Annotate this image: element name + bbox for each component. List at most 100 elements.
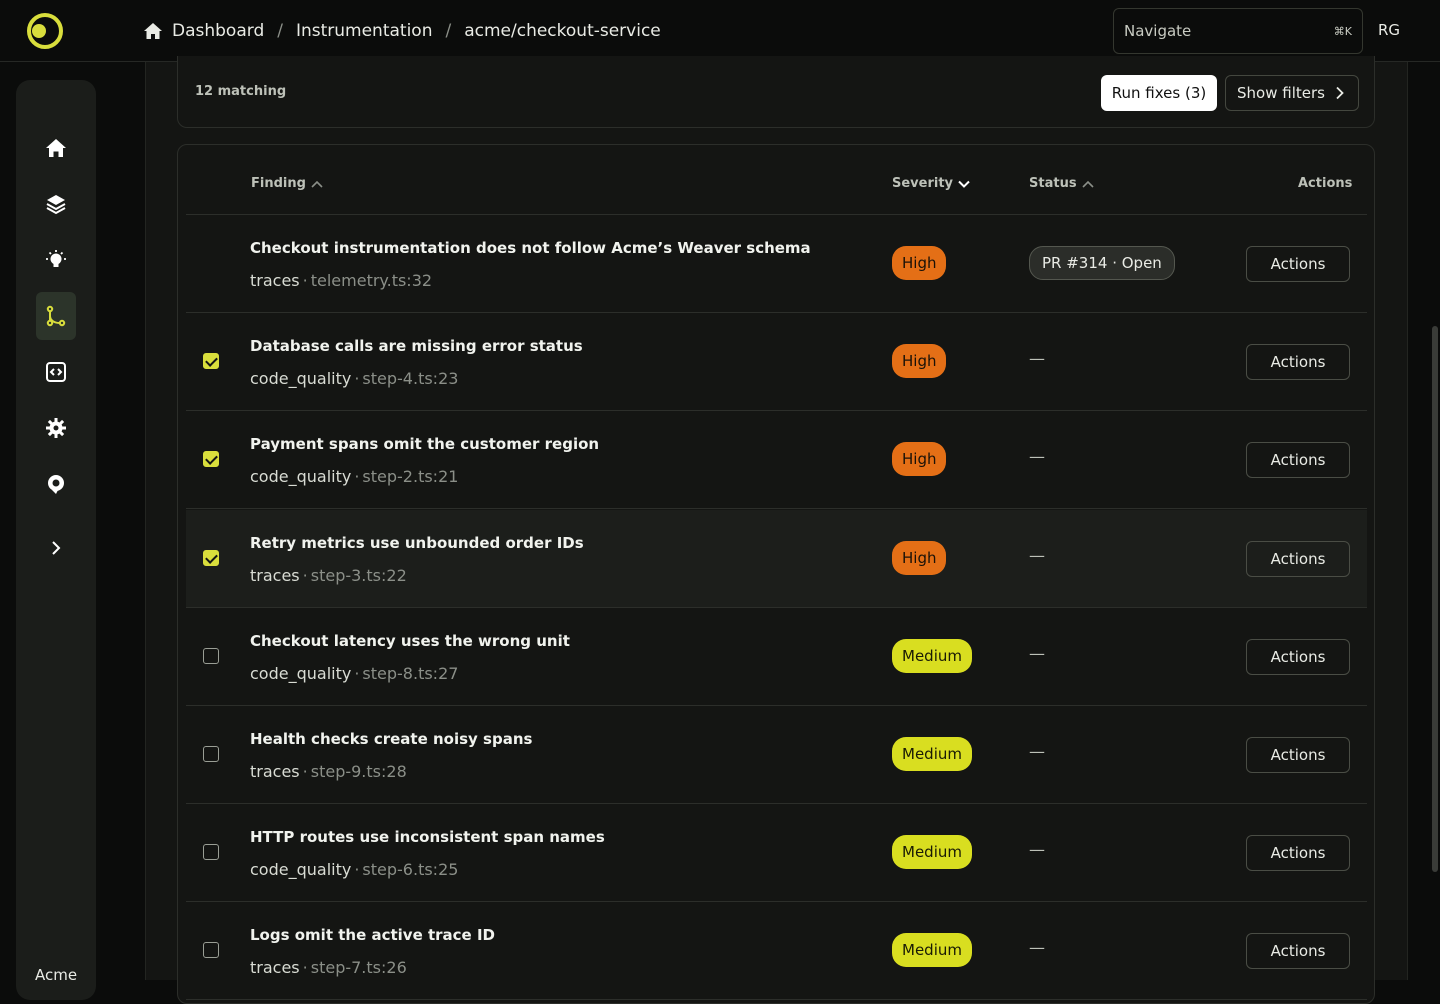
- sidebar-item-support[interactable]: [36, 460, 76, 508]
- breadcrumb-repository: acme/checkout-service: [464, 21, 661, 41]
- finding-title[interactable]: Logs omit the active trace ID: [250, 926, 495, 944]
- chevron-down-icon: [958, 180, 970, 188]
- navigate-label: Navigate: [1124, 22, 1192, 40]
- finding-category: code_quality: [250, 369, 352, 389]
- column-actions: Actions: [1298, 176, 1352, 191]
- severity-badge: High: [892, 246, 947, 280]
- severity-badge: High: [892, 540, 947, 575]
- status-empty: —: [1029, 938, 1045, 958]
- table-row[interactable]: Checkout latency uses the wrong unit code…: [186, 608, 1367, 706]
- finding-title[interactable]: Checkout latency uses the wrong unit: [250, 632, 570, 650]
- logo-icon[interactable]: [24, 13, 66, 49]
- finding-location[interactable]: step-3.ts:22: [311, 566, 407, 585]
- sidebar-item-instrumentation[interactable]: [36, 292, 76, 340]
- row-actions-button[interactable]: Actions: [1246, 933, 1350, 970]
- row-checkbox[interactable]: [203, 746, 219, 762]
- column-status[interactable]: Status: [1029, 176, 1095, 191]
- row-actions-button[interactable]: Actions: [1246, 638, 1350, 675]
- severity-badge: High: [892, 344, 947, 379]
- status-empty: —: [1029, 742, 1045, 761]
- row-checkbox[interactable]: [203, 451, 219, 468]
- chevron-right-icon: [1336, 86, 1344, 100]
- finding-category: traces: [250, 565, 300, 585]
- user-avatar[interactable]: RG: [1378, 21, 1400, 39]
- meta-separator: ·: [302, 958, 308, 978]
- layers-icon: [46, 195, 66, 215]
- table-row[interactable]: Checkout instrumentation does not follow…: [186, 215, 1367, 313]
- table-row[interactable]: Database calls are missing error status c…: [186, 313, 1367, 412]
- finding-category: traces: [250, 762, 300, 781]
- breadcrumb-dashboard[interactable]: Dashboard: [172, 21, 264, 41]
- row-actions-button[interactable]: Actions: [1246, 737, 1350, 773]
- meta-separator: ·: [354, 860, 360, 880]
- table-row[interactable]: Health checks create noisy spans traces · s…: [186, 706, 1367, 804]
- sidebar-item-settings[interactable]: [36, 404, 76, 452]
- finding-title[interactable]: HTTP routes use inconsistent span names: [250, 828, 605, 846]
- row-checkbox[interactable]: [203, 647, 219, 664]
- finding-title[interactable]: Database calls are missing error status: [250, 337, 583, 355]
- row-actions-button[interactable]: Actions: [1246, 246, 1350, 282]
- show-filters-button[interactable]: Show filters: [1225, 75, 1359, 111]
- table-header: Finding Severity Status Actions: [186, 153, 1367, 215]
- table-row[interactable]: Logs omit the active trace ID traces · step…: [186, 902, 1367, 1001]
- row-actions-button[interactable]: Actions: [1246, 442, 1350, 479]
- meta-separator: ·: [302, 762, 308, 781]
- breadcrumb-separator: /: [277, 21, 283, 41]
- sidebar-item-insights[interactable]: [36, 236, 76, 284]
- status-badge[interactable]: PR #314 · Open: [1029, 246, 1175, 280]
- finding-title[interactable]: Payment spans omit the customer region: [250, 435, 599, 453]
- severity-badge: Medium: [892, 835, 972, 870]
- scrollbar-thumb[interactable]: [1432, 326, 1438, 872]
- row-actions-button[interactable]: Actions: [1246, 540, 1350, 577]
- finding-location[interactable]: step-6.ts:25: [362, 860, 458, 879]
- status-empty: —: [1029, 840, 1045, 860]
- row-checkbox[interactable]: [203, 549, 219, 566]
- chevron-up-icon: [1081, 180, 1094, 188]
- column-status-label: Status: [1029, 176, 1077, 191]
- finding-title[interactable]: Health checks create noisy spans: [250, 730, 532, 748]
- column-actions-label: Actions: [1298, 176, 1353, 191]
- breadcrumb-instrumentation[interactable]: Instrumentation: [296, 21, 433, 41]
- finding-location[interactable]: step-4.ts:23: [362, 369, 458, 388]
- finding-category: code_quality: [250, 467, 352, 487]
- column-finding[interactable]: Finding: [251, 176, 324, 191]
- git-branch-icon: [46, 305, 66, 327]
- home-icon: [46, 139, 66, 157]
- status-empty: —: [1029, 643, 1045, 663]
- row-checkbox[interactable]: [203, 353, 219, 370]
- findings-table: Finding Severity Status Actions Checkout…: [177, 144, 1375, 1004]
- status-empty: —: [1029, 545, 1045, 565]
- finding-location[interactable]: step-9.ts:28: [311, 762, 407, 781]
- finding-meta: code_quality · step-8.ts:27: [250, 664, 458, 683]
- gear-icon: [46, 418, 66, 438]
- sidebar-expand[interactable]: [36, 524, 76, 572]
- status-empty: —: [1029, 349, 1045, 369]
- breadcrumb-separator: /: [445, 21, 452, 41]
- table-row[interactable]: HTTP routes use inconsistent span names c…: [186, 804, 1367, 903]
- home-icon[interactable]: [143, 21, 163, 41]
- finding-location[interactable]: step-7.ts:26: [311, 958, 407, 977]
- navigate-search[interactable]: Navigate ⌘K: [1113, 8, 1363, 54]
- finding-title[interactable]: Retry metrics use unbounded order IDs: [250, 534, 584, 552]
- row-actions-button[interactable]: Actions: [1246, 344, 1350, 381]
- finding-location[interactable]: telemetry.ts:32: [311, 271, 432, 290]
- row-checkbox[interactable]: [203, 844, 219, 861]
- row-checkbox[interactable]: [203, 942, 219, 959]
- column-severity[interactable]: Severity: [892, 176, 971, 191]
- table-row[interactable]: Retry metrics use unbounded order IDs tra…: [186, 509, 1367, 608]
- table-row[interactable]: Payment spans omit the customer region co…: [186, 411, 1367, 510]
- code-icon: [46, 362, 66, 382]
- finding-location[interactable]: step-2.ts:21: [362, 467, 458, 486]
- sidebar-item-layers[interactable]: [36, 180, 76, 228]
- sidebar-item-code[interactable]: [36, 348, 76, 396]
- run-fixes-button[interactable]: Run fixes (3): [1101, 75, 1217, 111]
- finding-meta: traces · step-7.ts:26: [250, 958, 407, 977]
- row-actions-button[interactable]: Actions: [1246, 835, 1350, 872]
- sidebar-item-home[interactable]: [36, 124, 76, 172]
- org-label[interactable]: Acme: [35, 966, 77, 984]
- navigate-shortcut: ⌘K: [1333, 24, 1352, 38]
- matching-count: 12 matching: [195, 84, 287, 99]
- meta-separator: ·: [354, 663, 360, 683]
- finding-title[interactable]: Checkout instrumentation does not follow…: [250, 239, 811, 257]
- finding-location[interactable]: step-8.ts:27: [362, 664, 458, 683]
